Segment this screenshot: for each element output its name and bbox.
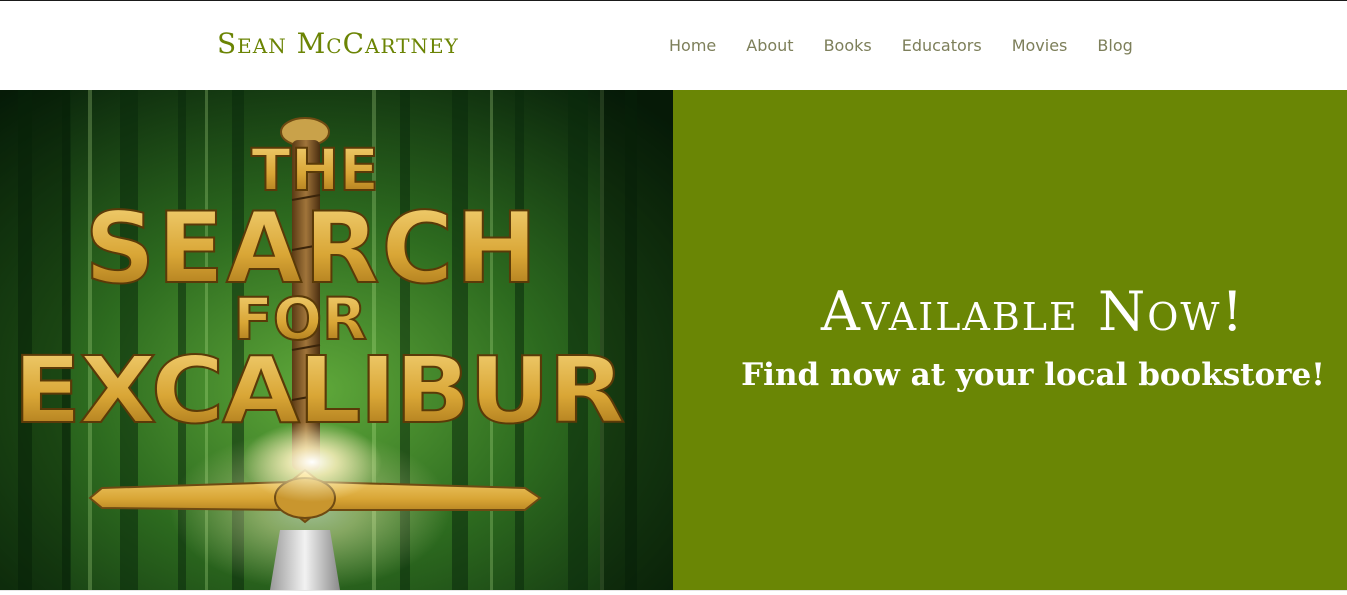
promo-heading: Available Now! <box>820 280 1246 343</box>
nav-books[interactable]: Books <box>824 36 872 56</box>
cover-title-excalibur: EXCALIBUR <box>13 337 623 444</box>
book-cover-image[interactable]: THE SEARCH FOR EXCALIBUR <box>0 90 673 590</box>
hero-section: THE SEARCH FOR EXCALIBUR Available Now! … <box>0 90 1347 590</box>
nav-blog[interactable]: Blog <box>1097 36 1132 56</box>
nav-educators[interactable]: Educators <box>902 36 982 56</box>
main-nav: Home About Books Educators Movies Blog <box>669 36 1133 56</box>
nav-home[interactable]: Home <box>669 36 716 56</box>
site-header: Sean McCartney Home About Books Educator… <box>0 1 1347 90</box>
promo-subheading: Find now at your local bookstore! <box>741 357 1325 393</box>
site-title-link[interactable]: Sean McCartney <box>217 27 459 61</box>
nav-movies[interactable]: Movies <box>1012 36 1068 56</box>
nav-about[interactable]: About <box>746 36 793 56</box>
section-divider <box>0 590 1347 595</box>
promo-panel: Available Now! Find now at your local bo… <box>673 90 1347 590</box>
book-cover-art: THE SEARCH FOR EXCALIBUR <box>0 90 673 590</box>
